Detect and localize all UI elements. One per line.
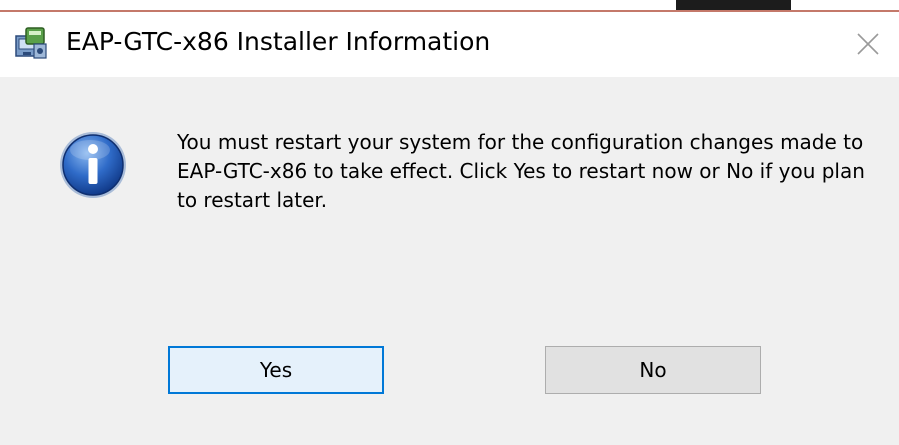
- close-button[interactable]: [848, 24, 888, 64]
- installer-icon: [14, 26, 48, 60]
- information-icon: [58, 130, 128, 200]
- yes-button[interactable]: Yes: [168, 346, 384, 394]
- close-icon: [857, 33, 879, 55]
- dialog-frame: EAP-GTC-x86 Installer Information You mu…: [0, 10, 899, 445]
- title-bar[interactable]: EAP-GTC-x86 Installer Information: [0, 12, 899, 77]
- no-button[interactable]: No: [545, 346, 761, 394]
- dialog-message: You must restart your system for the con…: [177, 130, 865, 212]
- window-title: EAP-GTC-x86 Installer Information: [66, 27, 491, 56]
- installer-dialog: EAP-GTC-x86 Installer Information You mu…: [0, 0, 899, 445]
- dialog-body: You must restart your system for the con…: [0, 77, 899, 445]
